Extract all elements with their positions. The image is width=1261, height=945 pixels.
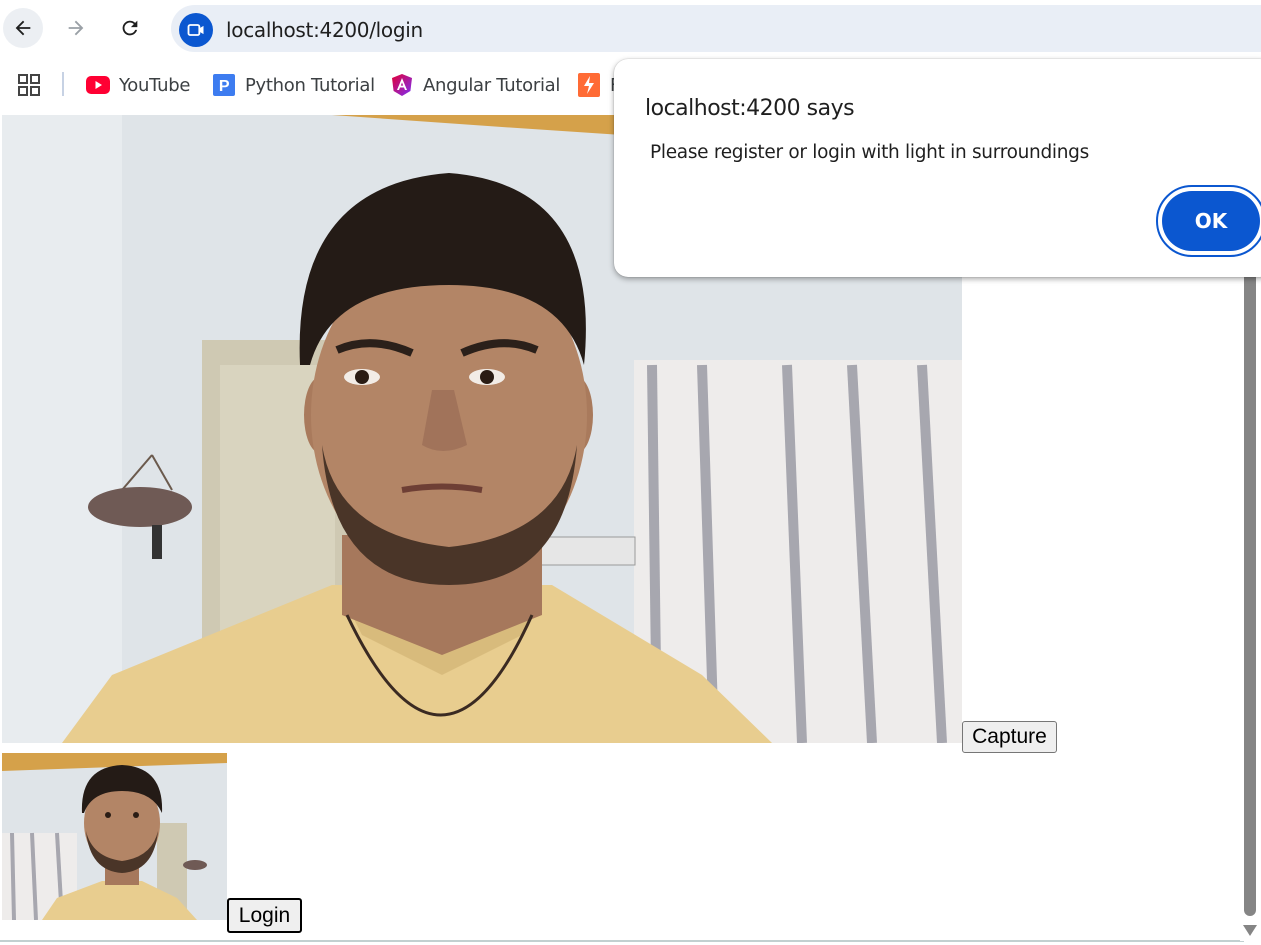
captured-photo-thumbnail (2, 753, 227, 920)
youtube-icon (86, 73, 110, 97)
scrollbar-thumb[interactable] (1244, 272, 1256, 916)
bookmarks-divider (62, 72, 64, 96)
bookmark-angular-tutorial[interactable]: Angular Tutorial (390, 72, 560, 98)
url-text: localhost:4200/login (226, 18, 423, 42)
ok-button[interactable]: OK (1162, 191, 1260, 251)
angular-icon (390, 73, 414, 97)
bookmark-label: YouTube (119, 74, 191, 96)
bookmark-python-tutorial[interactable]: P Python Tutorial (212, 72, 375, 98)
reload-button[interactable] (110, 8, 150, 48)
bookmark-label: Python Tutorial (245, 74, 375, 96)
capture-button[interactable]: Capture (962, 721, 1057, 753)
page-bottom-border (0, 940, 1244, 942)
alert-dialog: localhost:4200 says Please register or l… (614, 59, 1261, 277)
bookmark-icon (577, 73, 601, 97)
login-button[interactable]: Login (227, 898, 302, 933)
scroll-down-arrow-icon[interactable] (1243, 925, 1257, 936)
svg-text:P: P (219, 78, 230, 95)
python-tutorial-icon: P (212, 73, 236, 97)
dialog-title: localhost:4200 says (645, 96, 855, 121)
browser-toolbar: localhost:4200/login (0, 0, 1261, 58)
bookmark-youtube[interactable]: YouTube (86, 72, 190, 98)
camera-in-use-icon[interactable] (179, 13, 213, 47)
forward-button[interactable] (56, 8, 96, 48)
bookmark-label: Angular Tutorial (423, 74, 561, 96)
ok-button-focus-ring: OK (1156, 185, 1261, 257)
arrow-right-icon (68, 20, 84, 36)
back-button[interactable] (3, 8, 43, 48)
address-bar[interactable]: localhost:4200/login (171, 5, 1261, 52)
reload-icon (122, 20, 138, 36)
apps-grid-icon[interactable] (18, 74, 40, 96)
dialog-message: Please register or login with light in s… (650, 142, 1089, 163)
arrow-left-icon (15, 20, 31, 36)
